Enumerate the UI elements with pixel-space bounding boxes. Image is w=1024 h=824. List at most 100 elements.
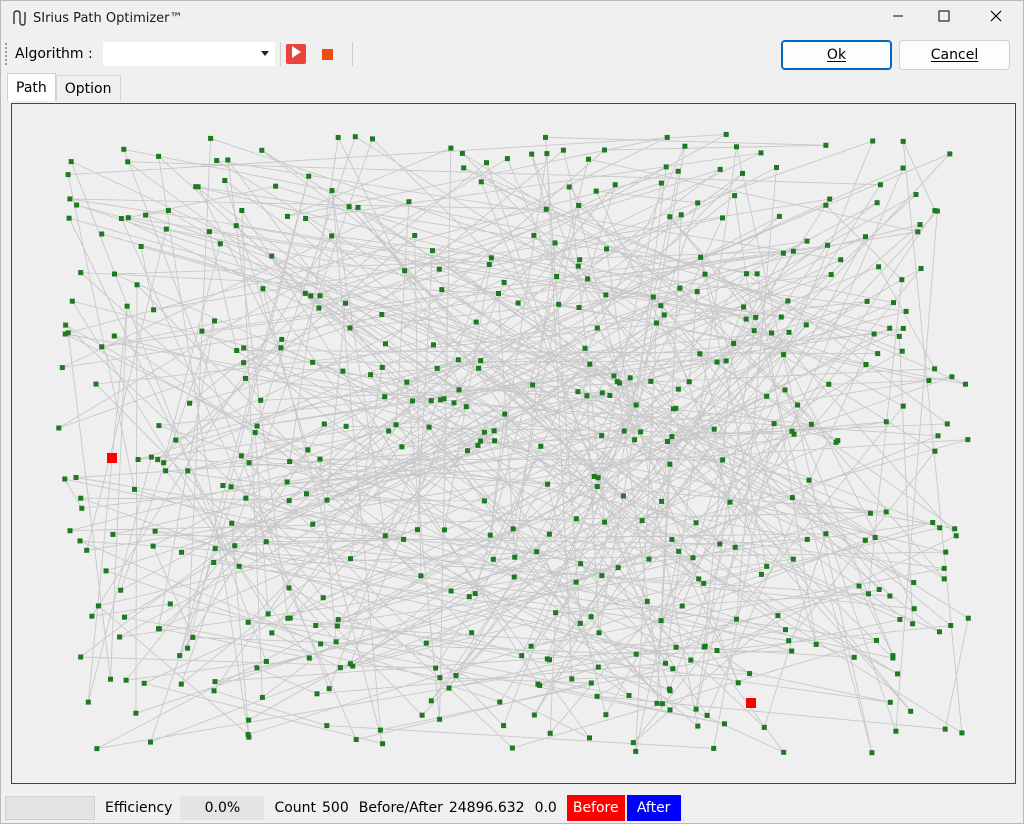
route-node: [156, 626, 161, 632]
run-button[interactable]: [285, 44, 306, 64]
route-node: [648, 378, 654, 384]
dropdown-arrow-icon: [260, 46, 269, 61]
route-node: [179, 549, 184, 555]
route-node: [138, 244, 144, 249]
route-node: [654, 320, 659, 326]
route-node: [133, 710, 139, 716]
route-node: [451, 400, 457, 406]
tab-path[interactable]: Path: [7, 73, 56, 101]
app-window: SIrius Path Optimizer™ Algorithm : Ok Ca…: [0, 0, 1024, 824]
route-node: [234, 348, 240, 353]
toolbar-grip[interactable]: [5, 43, 9, 65]
route-node: [193, 184, 199, 190]
cancel-button[interactable]: Cancel: [899, 40, 1010, 70]
route-node: [448, 145, 454, 151]
tab-option[interactable]: Option: [55, 75, 121, 101]
route-node: [900, 403, 906, 409]
route-node: [77, 538, 83, 544]
route-node: [804, 536, 810, 542]
route-node: [238, 453, 244, 459]
route-node: [602, 519, 608, 525]
route-node: [875, 351, 881, 357]
route-node: [578, 561, 584, 567]
route-node: [463, 404, 469, 410]
route-node: [890, 655, 896, 661]
route-node: [953, 533, 959, 539]
route-node: [949, 374, 955, 380]
minimize-button[interactable]: [875, 1, 921, 35]
route-node: [593, 188, 599, 194]
route-node: [528, 643, 534, 649]
route-node: [478, 438, 484, 444]
route-node: [575, 389, 581, 395]
route-node: [754, 271, 760, 277]
maximize-icon: [938, 10, 950, 26]
before-badge[interactable]: Before: [566, 795, 625, 821]
route-node: [305, 447, 311, 453]
route-node: [448, 588, 454, 594]
route-node: [804, 238, 810, 244]
route-node: [211, 560, 217, 565]
ok-button[interactable]: Ok: [781, 40, 892, 70]
route-node: [393, 422, 399, 428]
route-node: [93, 381, 99, 387]
route-node: [304, 491, 309, 497]
after-value: 0.0: [534, 800, 557, 816]
route-node: [658, 180, 664, 186]
ok-label: Ok: [826, 47, 847, 63]
route-node: [877, 182, 883, 188]
route-node: [214, 158, 220, 164]
stop-button[interactable]: [318, 44, 338, 64]
route-node: [117, 634, 123, 640]
after-badge[interactable]: After: [626, 795, 681, 821]
route-node: [723, 131, 729, 137]
path-canvas[interactable]: [11, 103, 1016, 784]
route-node: [254, 423, 260, 429]
title-bar[interactable]: SIrius Path Optimizer™: [1, 1, 1023, 35]
route-node: [783, 627, 788, 633]
route-node: [965, 437, 971, 443]
route-node: [246, 460, 252, 466]
route-node: [286, 498, 292, 504]
route-node: [340, 368, 346, 374]
route-node: [695, 723, 701, 729]
route-node: [441, 396, 447, 402]
maximize-button[interactable]: [921, 1, 967, 35]
path-graph: [56, 131, 971, 756]
route-node: [134, 282, 140, 288]
route-node: [937, 525, 943, 531]
route-node: [554, 274, 560, 279]
route-node: [671, 406, 676, 412]
route-node: [560, 147, 566, 153]
route-node: [132, 486, 137, 492]
route-node: [751, 328, 757, 334]
route-node: [310, 521, 316, 527]
route-node: [220, 483, 226, 488]
route-edges: [58, 133, 969, 753]
route-node: [491, 428, 497, 434]
route-node: [599, 433, 605, 439]
route-node: [469, 630, 475, 636]
route-node: [694, 289, 700, 295]
algorithm-select[interactable]: [102, 42, 275, 66]
route-node: [316, 305, 322, 311]
route-node: [173, 437, 179, 443]
route-node: [433, 665, 439, 671]
route-node: [876, 587, 882, 592]
route-node: [654, 700, 660, 706]
route-node: [326, 686, 332, 692]
cancel-label: Cancel: [930, 47, 979, 63]
route-node: [190, 634, 196, 640]
route-node: [285, 213, 290, 219]
route-node: [569, 676, 575, 682]
route-node: [903, 308, 909, 314]
route-node: [66, 215, 72, 221]
route-node: [509, 745, 515, 751]
route-node: [937, 629, 942, 635]
route-node: [510, 526, 516, 532]
route-node: [165, 208, 171, 214]
close-button[interactable]: [973, 1, 1019, 35]
route-node: [415, 527, 420, 533]
route-node: [626, 693, 632, 698]
route-node: [446, 685, 452, 691]
